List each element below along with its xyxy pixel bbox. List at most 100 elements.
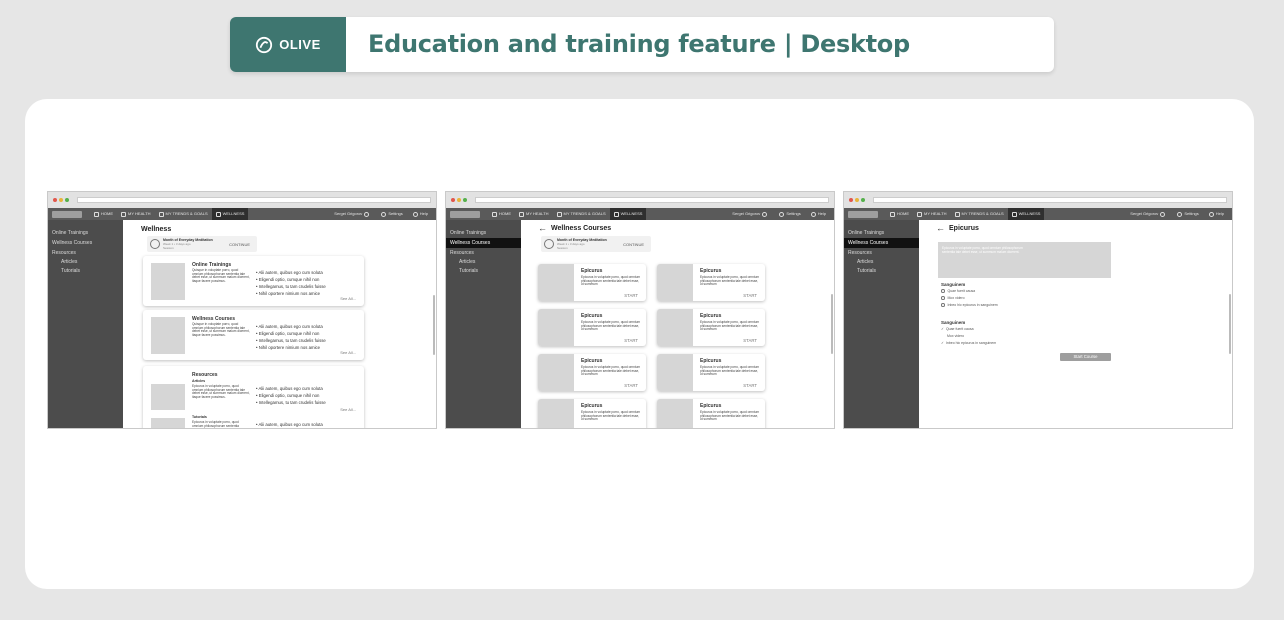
- help-link[interactable]: Help: [411, 211, 428, 217]
- sidebar-item-resources[interactable]: Resources: [844, 248, 919, 258]
- nav-wellness[interactable]: WELLNESS: [211, 208, 249, 220]
- app-nav: HOME MY HEALTH MY TRENDS & GOALS WELLNES…: [844, 208, 1232, 220]
- user-menu[interactable]: Sergei Grigorov: [1130, 211, 1167, 217]
- nav-my-health[interactable]: MY HEALTH: [117, 208, 155, 220]
- card-bullets: Alii autem, quibus ego cum soluta: [256, 421, 356, 428]
- sidebar-item-online-trainings[interactable]: Online Trainings: [446, 228, 521, 238]
- quiz-option[interactable]: Mox videro: [941, 296, 965, 300]
- bullet-item: Eligendi optio, cumque nihil non: [256, 392, 356, 399]
- nav-trends[interactable]: MY TRENDS & GOALS: [951, 208, 1008, 220]
- course-card[interactable]: Epicurus Epicurus in voluptate porro, quo…: [657, 264, 765, 301]
- course-thumbnail: [657, 309, 693, 346]
- quiz-option[interactable]: ✓ Quae fuerit causa: [941, 327, 974, 331]
- sidebar-item-online-trainings[interactable]: Online Trainings: [844, 228, 919, 238]
- nav-my-health[interactable]: MY HEALTH: [913, 208, 951, 220]
- quiz-option[interactable]: Quae fuerit causa: [941, 289, 975, 293]
- nav-home[interactable]: HOME: [488, 208, 515, 220]
- minimize-dot[interactable]: [59, 198, 63, 202]
- start-course-button[interactable]: Start Course: [1060, 353, 1111, 361]
- sidebar-item-articles[interactable]: Articles: [48, 258, 123, 267]
- back-arrow-icon[interactable]: ←: [538, 223, 547, 233]
- user-menu[interactable]: Sergei Grigorov: [334, 211, 371, 217]
- user-menu[interactable]: Sergei Grigorov: [732, 211, 769, 217]
- sidebar-item-tutorials[interactable]: Tutorials: [48, 267, 123, 276]
- bullet-item: Alii autem, quibus ego cum soluta: [256, 323, 356, 330]
- quiz-option[interactable]: Inbeo hic epicurus in sanguinem: [941, 303, 998, 307]
- course-thumbnail: [538, 354, 574, 391]
- course-card[interactable]: Epicurus Epicurus in voluptate porro, quo…: [657, 399, 765, 428]
- start-button[interactable]: START: [624, 293, 638, 298]
- quiz-option[interactable]: ✓ Inbeo hic epicurus in sanguinem: [941, 341, 996, 345]
- course-card[interactable]: Epicurus Epicurus in voluptate porro, quo…: [538, 309, 646, 346]
- app-logo[interactable]: [848, 210, 878, 218]
- continue-button[interactable]: CONTINUE: [229, 242, 250, 247]
- sidebar-item-resources[interactable]: Resources: [446, 248, 521, 258]
- nav-home[interactable]: HOME: [886, 208, 913, 220]
- card-bullets: Alii autem, quibus ego cum soluta Eligen…: [256, 385, 356, 406]
- nav-wellness[interactable]: WELLNESS: [609, 208, 647, 220]
- scrollbar[interactable]: [831, 294, 833, 354]
- course-card[interactable]: Epicurus Epicurus in voluptate porro, quo…: [657, 354, 765, 391]
- sidebar-item-wellness-courses[interactable]: Wellness Courses: [844, 238, 919, 248]
- course-card[interactable]: Epicurus Epicurus in voluptate porro, quo…: [657, 309, 765, 346]
- course-card[interactable]: Epicurus Epicurus in voluptate porro, quo…: [538, 264, 646, 301]
- settings-link[interactable]: Settings: [777, 211, 801, 217]
- start-button[interactable]: START: [624, 383, 638, 388]
- url-bar[interactable]: [77, 197, 431, 203]
- close-dot[interactable]: [849, 198, 853, 202]
- course-thumbnail: [657, 264, 693, 301]
- header-banner: OLIVE Education and training feature | D…: [230, 17, 1054, 72]
- maximize-dot[interactable]: [861, 198, 865, 202]
- course-card[interactable]: Epicurus Epicurus in voluptate porro, quo…: [538, 354, 646, 391]
- help-link[interactable]: Help: [809, 211, 826, 217]
- sidebar-item-tutorials[interactable]: Tutorials: [844, 267, 919, 276]
- close-dot[interactable]: [451, 198, 455, 202]
- sidebar-item-wellness-courses[interactable]: Wellness Courses: [446, 238, 521, 248]
- start-button[interactable]: START: [624, 338, 638, 343]
- nav-my-health[interactable]: MY HEALTH: [515, 208, 553, 220]
- see-all-link[interactable]: See All...: [340, 350, 356, 355]
- sidebar-item-articles[interactable]: Articles: [446, 258, 521, 267]
- sidebar-item-wellness-courses[interactable]: Wellness Courses: [48, 238, 123, 248]
- continue-box: Month of Everyday Meditation Week 1 • 3 …: [147, 236, 257, 252]
- scrollbar[interactable]: [433, 295, 435, 355]
- nav-home[interactable]: HOME: [90, 208, 117, 220]
- close-dot[interactable]: [53, 198, 57, 202]
- maximize-dot[interactable]: [65, 198, 69, 202]
- card-online-trainings[interactable]: Online Trainings Quisque in voluptate po…: [143, 256, 364, 306]
- card-wellness-courses[interactable]: Wellness Courses Quisque in voluptate po…: [143, 310, 364, 360]
- course-card[interactable]: Epicurus Epicurus in voluptate porro, quo…: [538, 399, 646, 428]
- app-logo[interactable]: [450, 210, 480, 218]
- video-player[interactable]: Epicurus in voluptate porro, quod omnium…: [938, 242, 1111, 278]
- maximize-dot[interactable]: [463, 198, 467, 202]
- settings-link[interactable]: Settings: [379, 211, 403, 217]
- sidebar-item-online-trainings[interactable]: Online Trainings: [48, 228, 123, 238]
- sidebar-item-tutorials[interactable]: Tutorials: [446, 267, 521, 276]
- url-bar[interactable]: [475, 197, 829, 203]
- card-resources[interactable]: Resources Articles Epicurus in voluptate…: [143, 366, 364, 428]
- see-all-link[interactable]: See All...: [340, 296, 356, 301]
- minimize-dot[interactable]: [855, 198, 859, 202]
- sidebar-item-resources[interactable]: Resources: [48, 248, 123, 258]
- nav-trends[interactable]: MY TRENDS & GOALS: [155, 208, 212, 220]
- scrollbar[interactable]: [1229, 294, 1231, 354]
- continue-button[interactable]: CONTINUE: [623, 242, 644, 247]
- nav-trends[interactable]: MY TRENDS & GOALS: [553, 208, 610, 220]
- help-link[interactable]: Help: [1207, 211, 1224, 217]
- url-bar[interactable]: [873, 197, 1227, 203]
- bullet-item: Eligendi optio, cumque nihil non: [256, 330, 356, 337]
- start-button[interactable]: START: [743, 383, 757, 388]
- settings-link[interactable]: Settings: [1175, 211, 1199, 217]
- see-all-link[interactable]: See All...: [340, 407, 356, 412]
- nav-wellness[interactable]: WELLNESS: [1007, 208, 1045, 220]
- start-button[interactable]: START: [743, 338, 757, 343]
- quiz-option[interactable]: Mox videro: [947, 334, 964, 338]
- app-logo[interactable]: [52, 210, 82, 218]
- minimize-dot[interactable]: [457, 198, 461, 202]
- nav-right: Sergei Grigorov Settings Help: [732, 208, 826, 220]
- start-button[interactable]: START: [743, 293, 757, 298]
- sidebar-item-articles[interactable]: Articles: [844, 258, 919, 267]
- card-description: Epicurus in voluptate porro, quod omnium…: [192, 420, 239, 428]
- card-thumbnail: [151, 317, 185, 354]
- back-arrow-icon[interactable]: ←: [936, 223, 945, 233]
